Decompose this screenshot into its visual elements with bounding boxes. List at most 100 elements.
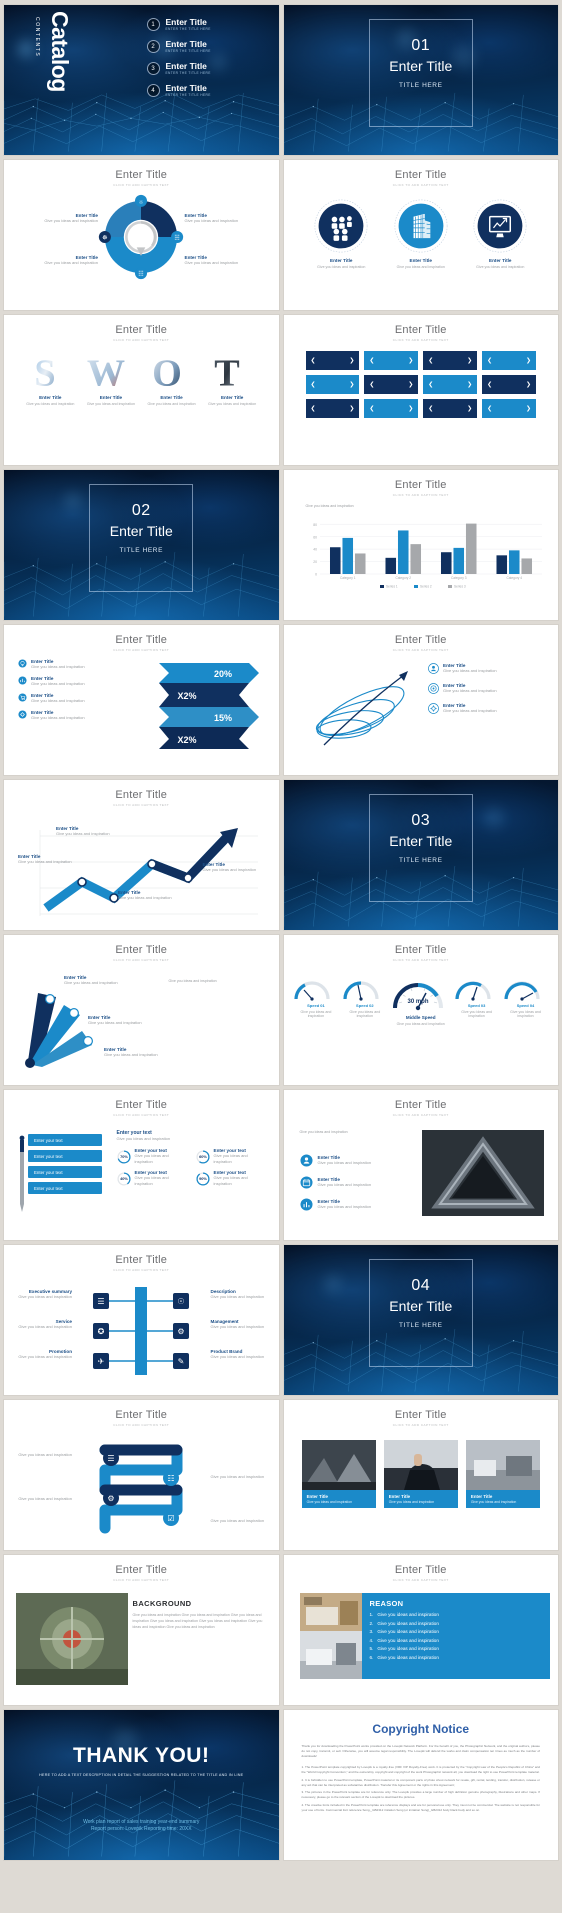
photo-card[interactable]: Enter Title Give you ideas and inspirati… <box>383 1440 458 1508</box>
chart-bar[interactable] <box>495 555 507 574</box>
toc-item[interactable]: 4 Enter Title ENTER THE TITLE HERE <box>146 84 267 97</box>
grid-block[interactable]: ❮ ❯ <box>364 375 419 394</box>
photo-list-item[interactable]: Enter Title Give you ideas and inspiratio… <box>299 1176 416 1189</box>
slide-orbit[interactable]: Enter Title CLICK TO ADD CAPTION TEXT En… <box>283 625 558 775</box>
grid-block[interactable]: ❮ ❯ <box>482 375 536 394</box>
grid-block[interactable]: ❮ ❯ <box>364 351 419 370</box>
chart-bar[interactable] <box>397 530 409 574</box>
pen-stat[interactable]: 90% Enter your text Give you ideas and in… <box>195 1170 267 1187</box>
slide-copyright[interactable]: Copyright Notice Thank you for downloadi… <box>283 1710 558 1860</box>
photo-list-item[interactable]: Enter Title Give you ideas and inspiratio… <box>299 1154 416 1167</box>
right-chevron-icon: ❯ <box>349 382 355 388</box>
photo-card[interactable]: Enter Title Give you ideas and inspirati… <box>465 1440 540 1508</box>
toc-item[interactable]: 3 Enter Title ENTER THE TITLE HERE <box>146 61 267 75</box>
zigzag-item[interactable]: Enter Title Give you ideas and inspiratio… <box>18 693 130 704</box>
pen-bar[interactable]: Enter your text <box>28 1150 102 1162</box>
slide-section-04[interactable]: 04 Enter Title TITLE HERE <box>283 1245 558 1395</box>
chart-bar[interactable] <box>329 547 341 574</box>
user-circle-icon <box>428 663 439 674</box>
slide-section-03[interactable]: 03 Enter Title TITLE HERE <box>283 780 558 930</box>
grid-block[interactable]: ❮ ❯ <box>423 375 478 394</box>
grid-block[interactable]: ❮ ❯ <box>305 375 360 394</box>
gauge-item[interactable]: Speed 01 Give you ideas and inspiration <box>292 977 340 1018</box>
slide-bar-chart[interactable]: Enter Title CLICK TO ADD CAPTION TEXT Gi… <box>283 470 558 620</box>
swot-item[interactable]: O Enter Title Give you ideas and inspirat… <box>146 351 198 405</box>
slide-thank-you[interactable]: THANK YOU! HERE TO ADD A TEXT DESCRIPTIO… <box>4 1710 279 1860</box>
pen-bar[interactable]: Enter your text <box>28 1134 102 1146</box>
swot-item[interactable]: T Enter Title Give you ideas and inspirat… <box>206 351 258 405</box>
section-title: Enter Title <box>389 1298 453 1314</box>
slide-swot[interactable]: Enter Title CLICK TO ADD CAPTION TEXT S … <box>4 315 279 465</box>
page-caption: CLICK TO ADD CAPTION TEXT <box>392 958 449 962</box>
zigzag-item[interactable]: Enter Title Give you ideas and inspiratio… <box>18 710 130 721</box>
grid-block[interactable]: ❮ ❯ <box>423 351 478 370</box>
slide-zigzag-arrows[interactable]: Enter Title CLICK TO ADD CAPTION TEXT En… <box>4 625 279 775</box>
circle-item[interactable]: Enter Title Give you ideas and inspiratio… <box>313 198 369 269</box>
chart-bar[interactable] <box>452 547 464 574</box>
toc-item[interactable]: 1 Enter Title ENTER THE TITLE HERE <box>146 17 267 31</box>
chart-bar[interactable] <box>341 537 353 574</box>
gauge-center[interactable]: 30 mph Middle Speed Give you ideas and in… <box>390 977 452 1026</box>
svg-text:S: S <box>35 352 56 394</box>
orbit-item[interactable]: Enter Title Give you ideas and inspiratio… <box>428 663 548 674</box>
orbit-item[interactable]: Enter Title Give you ideas and inspiratio… <box>428 683 548 694</box>
circle-item[interactable]: Enter Title Give you ideas and inspiratio… <box>472 198 528 269</box>
chart-bar[interactable] <box>409 544 421 574</box>
right-chevron-icon: ❯ <box>467 382 473 388</box>
chart-bar[interactable] <box>440 552 452 574</box>
toc-title: Enter Title <box>165 61 207 72</box>
snake-label: Give you ideas and inspiration <box>18 1452 72 1457</box>
reason-number: 3. <box>369 1629 374 1635</box>
grid-block[interactable]: ❮ ❯ <box>305 351 360 370</box>
gauge-item[interactable]: Speed 02 Give you ideas and inspiration <box>341 977 389 1018</box>
slide-cover[interactable]: Catalog CONTENTS 1 Enter Title ENTER THE… <box>4 5 279 155</box>
zigzag-item[interactable]: Enter Title Give you ideas and inspiratio… <box>18 676 130 687</box>
slide-snake[interactable]: Enter Title CLICK TO ADD CAPTION TEXT ☰ ☷… <box>4 1400 279 1550</box>
pen-stat[interactable]: 70% Enter your text Give you ideas and in… <box>116 1148 188 1165</box>
chart-bar[interactable] <box>384 557 396 574</box>
slide-gauges[interactable]: Enter Title CLICK TO ADD CAPTION TEXT Sp… <box>283 935 558 1085</box>
photo-card[interactable]: Enter Title Give you ideas and inspirati… <box>301 1440 376 1508</box>
swot-item[interactable]: W Enter Title Give you ideas and inspirat… <box>85 351 137 405</box>
pen-stat[interactable]: 40% Enter your text Give you ideas and in… <box>116 1170 188 1187</box>
pen-bar[interactable]: Enter your text <box>28 1182 102 1194</box>
orbit-item[interactable]: Enter Title Give you ideas and inspiratio… <box>428 703 548 714</box>
zigzag-item[interactable]: Enter Title Give you ideas and inspiratio… <box>18 659 130 670</box>
pen-bar[interactable]: Enter your text <box>28 1166 102 1178</box>
slide-growth-arrow[interactable]: Enter Title CLICK TO ADD CAPTION TEXT En… <box>4 780 279 930</box>
slide-photo-list[interactable]: Enter Title CLICK TO ADD CAPTION TEXT Gi… <box>283 1090 558 1240</box>
grid-block[interactable]: ❮ ❯ <box>423 399 478 418</box>
toc-title: Enter Title <box>165 17 207 28</box>
slide-grid-blocks[interactable]: Enter Title CLICK TO ADD CAPTION TEXT ❮ ❯… <box>283 315 558 465</box>
slide-three-photos[interactable]: Enter Title CLICK TO ADD CAPTION TEXT En… <box>283 1400 558 1550</box>
grid-block[interactable]: ❮ ❯ <box>482 399 536 418</box>
left-chevron-icon: ❮ <box>487 406 493 412</box>
circle-item[interactable]: Enter Title Give you ideas and inspiratio… <box>393 198 449 269</box>
grid-block[interactable]: ❮ ❯ <box>364 399 419 418</box>
slide-cycle-diagram[interactable]: Enter Title CLICK TO ADD CAPTION TEXT ☼ … <box>4 160 279 310</box>
slide-three-circles[interactable]: Enter Title CLICK TO ADD CAPTION TEXT En… <box>283 160 558 310</box>
gauge-item[interactable]: Speed 03 Give you ideas and inspiration <box>453 977 501 1018</box>
slide-fan[interactable]: Enter Title CLICK TO ADD CAPTION TEXT En… <box>4 935 279 1085</box>
pen-stat[interactable]: 60% Enter your text Give you ideas and in… <box>195 1148 267 1165</box>
chart-bar[interactable] <box>520 558 532 574</box>
chart-bar[interactable] <box>508 550 520 574</box>
grid-block[interactable]: ❮ ❯ <box>305 399 360 418</box>
chart-bar[interactable] <box>465 523 477 574</box>
chart-bar[interactable] <box>354 553 366 574</box>
slide-section-01[interactable]: 01 Enter Title TITLE HERE <box>283 5 558 155</box>
swot-item[interactable]: S Enter Title Give you ideas and inspirat… <box>24 351 76 405</box>
reason-panel: REASON 1. Give you ideas and inspiration 2… <box>361 1593 550 1679</box>
slide-reason[interactable]: Enter Title CLICK TO ADD CAPTION TEXT RE… <box>283 1555 558 1705</box>
grid-block[interactable]: ❮ ❯ <box>482 351 536 370</box>
cycle-label: Enter Title Give you ideas and inspiratio… <box>44 255 98 265</box>
toc-item[interactable]: 2 Enter Title ENTER THE TITLE HERE <box>146 40 267 53</box>
cycle-ring-graphic: ☼ ☵ ☷ ☸ <box>99 194 184 280</box>
photo-list-item[interactable]: Enter Title Give you ideas and inspiratio… <box>299 1198 416 1211</box>
slide-pen-bars[interactable]: Enter Title CLICK TO ADD CAPTION TEXT En… <box>4 1090 279 1240</box>
slide-section-02[interactable]: 02 Enter Title TITLE HERE <box>4 470 279 620</box>
gauge-item[interactable]: Speed 04 Give you ideas and inspiration <box>502 977 550 1018</box>
slide-tree[interactable]: Enter Title CLICK TO ADD CAPTION TEXT ☰ ☉… <box>4 1245 279 1395</box>
slide-background[interactable]: Enter Title CLICK TO ADD CAPTION TEXT BA… <box>4 1555 279 1705</box>
bar-chart[interactable]: 0 20 40 60 80 Category 1 Category 2 Category 3 C… <box>302 514 548 592</box>
